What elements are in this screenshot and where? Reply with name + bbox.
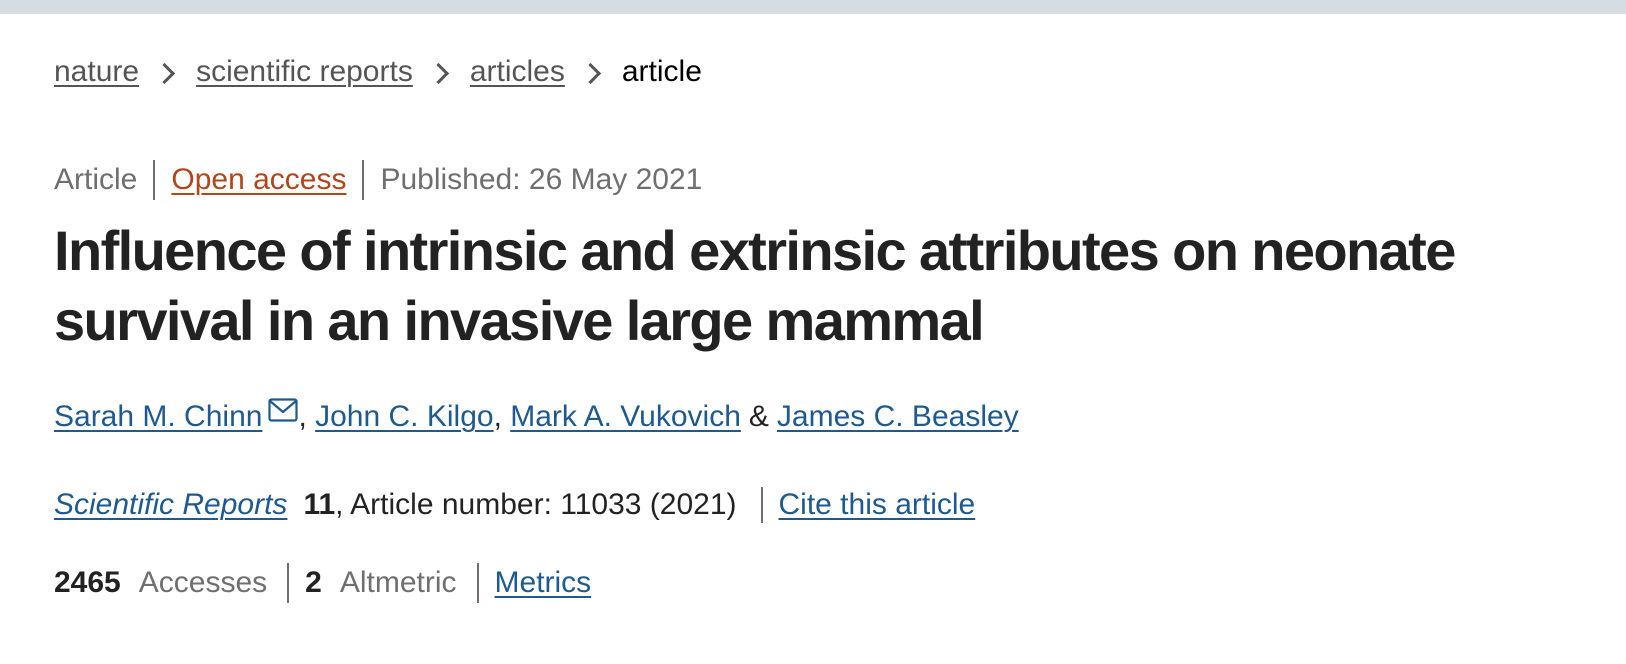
accesses-label: Accesses xyxy=(138,566,268,599)
journal-link[interactable]: Scientific Reports xyxy=(54,484,287,526)
cite-this-article-link[interactable]: Cite this article xyxy=(779,484,976,526)
divider xyxy=(476,563,479,603)
citation-row: Scientific Reports 11 , Article number: … xyxy=(54,484,975,526)
chevron-right-icon xyxy=(427,62,449,84)
author-ampersand: & xyxy=(748,400,769,433)
author-link-kilgo[interactable]: John C. Kilgo xyxy=(315,396,493,438)
open-access-link[interactable]: Open access xyxy=(171,160,346,200)
chevron-right-icon xyxy=(153,62,176,84)
breadcrumb: nature scientific reports articles artic… xyxy=(54,52,702,92)
divider xyxy=(287,563,290,603)
divider xyxy=(760,487,763,523)
published-date: Published: 26 May 2021 xyxy=(380,163,703,196)
metrics-row: 2465 Accesses 2 Altmetric Metrics xyxy=(54,562,591,604)
author-list: Sarah M. Chinn , John C. Kilgo , Mark A.… xyxy=(54,396,1019,438)
article-type: Article xyxy=(54,163,138,196)
altmetric-label: Altmetric xyxy=(339,566,457,599)
chevron-right-icon xyxy=(579,62,601,84)
breadcrumb-link-nature[interactable]: nature xyxy=(54,52,139,92)
divider xyxy=(153,160,156,200)
altmetric-count: 2 xyxy=(305,566,322,599)
top-accent-bar xyxy=(0,0,1626,14)
citation-details: , Article number: 11033 (2021) xyxy=(335,488,737,521)
article-meta-row: Article Open access Published: 26 May 20… xyxy=(54,160,702,200)
author-link-beasley[interactable]: James C. Beasley xyxy=(777,396,1019,438)
article-title: Influence of intrinsic and extrinsic att… xyxy=(54,219,1456,352)
author-separator: , xyxy=(493,400,502,433)
breadcrumb-link-articles[interactable]: articles xyxy=(470,52,565,92)
mail-icon[interactable] xyxy=(268,394,299,422)
breadcrumb-current: article xyxy=(621,55,702,88)
author-separator: , xyxy=(298,400,307,433)
author-link-chinn[interactable]: Sarah M. Chinn xyxy=(54,396,262,438)
accesses-count: 2465 xyxy=(54,566,121,599)
volume-number: 11 xyxy=(303,488,336,521)
author-link-vukovich[interactable]: Mark A. Vukovich xyxy=(510,396,741,438)
divider xyxy=(362,160,365,200)
breadcrumb-link-scientific-reports[interactable]: scientific reports xyxy=(196,52,413,92)
metrics-link[interactable]: Metrics xyxy=(495,562,592,604)
